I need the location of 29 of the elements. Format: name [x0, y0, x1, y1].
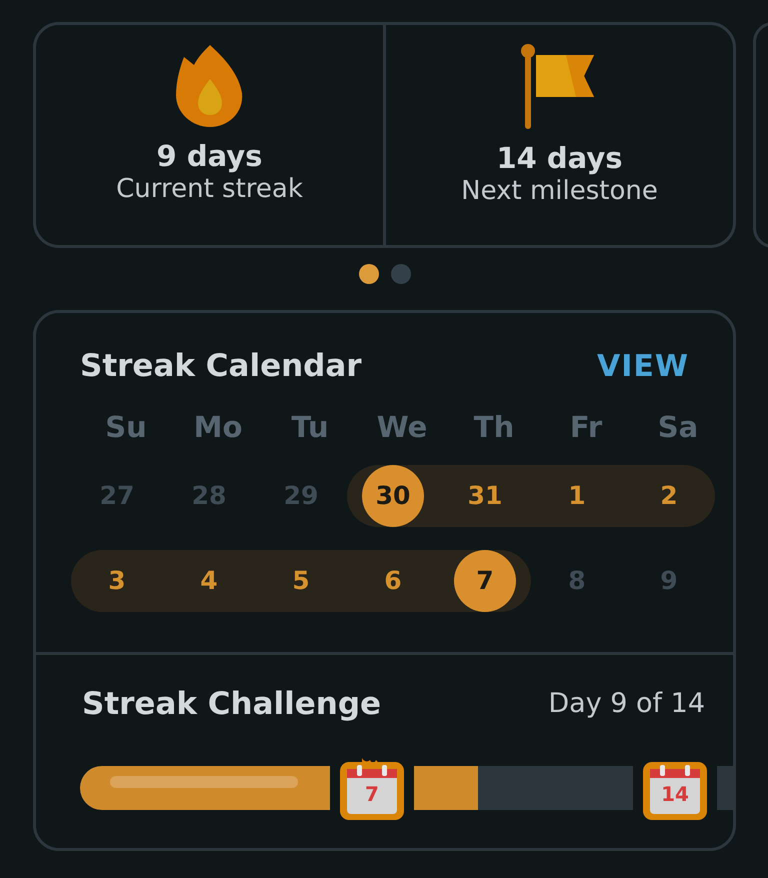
- stat-label: Next milestone: [461, 176, 658, 207]
- calendar-day[interactable]: 6: [362, 550, 424, 612]
- milestone-day: 14: [650, 782, 700, 806]
- challenge-progress-text: Day 9 of 14: [548, 687, 705, 721]
- milestone-day: 7: [347, 782, 397, 806]
- weekday-label: Fr: [570, 408, 602, 446]
- calendar-day[interactable]: 4: [178, 550, 240, 612]
- calendar-day[interactable]: 5: [270, 550, 332, 612]
- calendar-day[interactable]: 31: [454, 465, 516, 527]
- calendar-title: Streak Calendar: [80, 347, 362, 386]
- flame-icon: [176, 43, 244, 127]
- view-link[interactable]: VIEW: [597, 344, 689, 389]
- weekday-label: Sa: [658, 408, 698, 446]
- weekday-label: Tu: [291, 408, 329, 446]
- calendar-day[interactable]: 3: [86, 550, 148, 612]
- weekday-label: Th: [474, 408, 514, 446]
- stat-value: 9 days: [156, 139, 262, 174]
- calendar-day[interactable]: 1: [546, 465, 608, 527]
- weekday-label: Mo: [194, 408, 242, 446]
- calendar-day[interactable]: 2: [638, 465, 700, 527]
- challenge-title: Streak Challenge: [82, 685, 382, 724]
- calendar-day[interactable]: 30: [362, 465, 424, 527]
- weekday-label: We: [376, 408, 428, 446]
- stat-label: Current streak: [116, 174, 303, 205]
- calendar-day[interactable]: 7: [454, 550, 516, 612]
- weekday-label: Su: [105, 408, 147, 446]
- page-dot[interactable]: [390, 264, 410, 284]
- stat-value: 14 days: [496, 141, 623, 176]
- page-dot[interactable]: [358, 264, 378, 284]
